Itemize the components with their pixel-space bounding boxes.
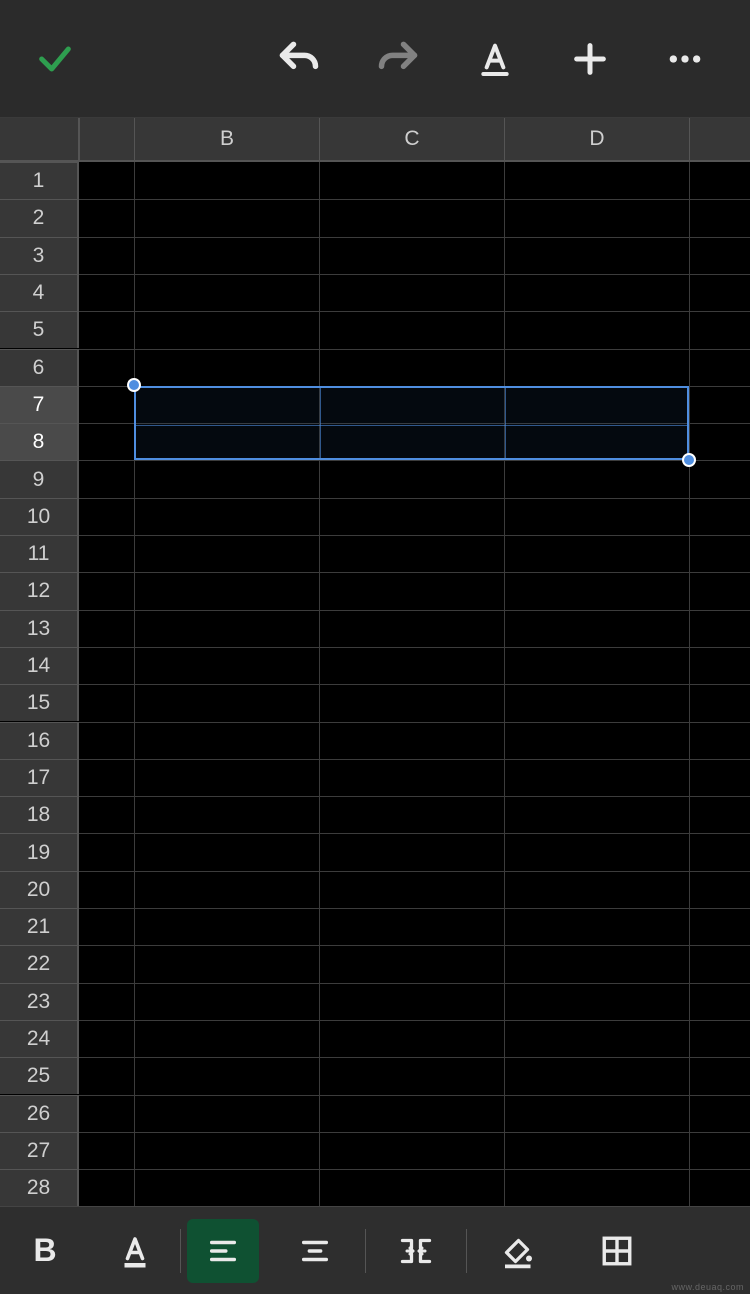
row-label: 22 — [27, 952, 50, 976]
row-label: 2 — [33, 206, 45, 230]
cell-area[interactable] — [79, 162, 750, 1206]
row-label: 5 — [33, 318, 45, 342]
row-label: 1 — [33, 169, 45, 193]
row-header-13[interactable]: 13 — [0, 610, 79, 647]
spreadsheet-grid[interactable]: B C D 1 2 3 4 5 6 7 8 9 10 11 12 13 14 1… — [0, 118, 750, 1206]
row-label: 25 — [27, 1064, 50, 1088]
row-label: 15 — [27, 691, 50, 715]
add-button[interactable] — [570, 39, 610, 79]
undo-button[interactable] — [277, 37, 321, 81]
row-label: 19 — [27, 841, 50, 865]
row-header-2[interactable]: 2 — [0, 199, 79, 236]
row-label: 20 — [27, 878, 50, 902]
align-center-button[interactable] — [265, 1219, 365, 1283]
row-header-4[interactable]: 4 — [0, 274, 79, 311]
row-label: 28 — [27, 1176, 50, 1200]
row-label: 24 — [27, 1027, 50, 1051]
row-header-6[interactable]: 6 — [0, 349, 79, 386]
col-header-B[interactable]: B — [134, 118, 319, 162]
row-label: 11 — [28, 542, 50, 566]
font-a-underline-icon — [475, 39, 515, 79]
row-header-11[interactable]: 11 — [0, 535, 79, 572]
row-label: 27 — [27, 1139, 50, 1163]
row-header-1[interactable]: 1 — [0, 162, 79, 199]
undo-icon — [277, 37, 321, 81]
selection-handle-br[interactable] — [682, 453, 696, 467]
row-header-3[interactable]: 3 — [0, 237, 79, 274]
row-header-15[interactable]: 15 — [0, 684, 79, 721]
col-label: D — [589, 127, 604, 151]
col-header-E-partial[interactable] — [689, 118, 750, 162]
row-label: 26 — [27, 1102, 50, 1126]
row-header-19[interactable]: 19 — [0, 833, 79, 870]
plus-icon — [570, 39, 610, 79]
redo-button[interactable] — [376, 37, 420, 81]
row-label: 14 — [27, 654, 50, 678]
row-header-24[interactable]: 24 — [0, 1020, 79, 1057]
row-label: 21 — [27, 915, 50, 939]
col-label: C — [404, 127, 419, 151]
row-label: 23 — [27, 990, 50, 1014]
row-label: 9 — [33, 468, 45, 492]
bold-button[interactable]: B — [0, 1219, 90, 1283]
row-label: 4 — [33, 281, 45, 305]
row-header-8[interactable]: 8 — [0, 423, 79, 460]
row-header-16[interactable]: 16 — [0, 722, 79, 759]
top-toolbar — [0, 0, 750, 118]
row-label: 13 — [27, 617, 50, 641]
redo-icon — [376, 37, 420, 81]
row-header-25[interactable]: 25 — [0, 1057, 79, 1094]
row-label: 3 — [33, 244, 45, 268]
fill-color-button[interactable] — [467, 1219, 567, 1283]
row-header-18[interactable]: 18 — [0, 796, 79, 833]
watermark: www.deuaq.com — [671, 1282, 744, 1292]
text-color-button[interactable] — [90, 1219, 180, 1283]
selection-handle-tl[interactable] — [127, 378, 141, 392]
row-label: 18 — [27, 803, 50, 827]
row-header-28[interactable]: 28 — [0, 1169, 79, 1206]
row-header-23[interactable]: 23 — [0, 983, 79, 1020]
merge-cells-button[interactable] — [366, 1219, 466, 1283]
row-label: 17 — [27, 766, 50, 790]
align-left-button[interactable] — [187, 1219, 259, 1283]
confirm-button[interactable] — [35, 39, 75, 79]
dots-icon — [665, 39, 705, 79]
row-label: 6 — [33, 356, 45, 380]
font-format-button[interactable] — [475, 39, 515, 79]
select-all-corner[interactable] — [0, 118, 79, 162]
borders-button[interactable] — [567, 1219, 667, 1283]
row-header-21[interactable]: 21 — [0, 908, 79, 945]
row-header-9[interactable]: 9 — [0, 460, 79, 497]
row-header-20[interactable]: 20 — [0, 871, 79, 908]
col-label: B — [220, 127, 234, 151]
fill-bucket-icon — [499, 1233, 535, 1269]
col-header-A-partial[interactable] — [79, 118, 134, 162]
text-color-icon — [117, 1233, 153, 1269]
row-header-7[interactable]: 7 — [0, 386, 79, 423]
align-center-icon — [298, 1234, 332, 1268]
row-header-17[interactable]: 17 — [0, 759, 79, 796]
merge-icon — [398, 1233, 434, 1269]
toolbar-divider — [180, 1229, 181, 1273]
col-header-C[interactable]: C — [319, 118, 504, 162]
more-button[interactable] — [665, 39, 705, 79]
check-icon — [35, 39, 75, 79]
borders-icon — [600, 1234, 634, 1268]
row-header-10[interactable]: 10 — [0, 498, 79, 535]
row-header-5[interactable]: 5 — [0, 311, 79, 348]
row-label: 7 — [33, 393, 45, 417]
row-label: 16 — [27, 729, 50, 753]
row-header-22[interactable]: 22 — [0, 945, 79, 982]
bold-icon: B — [33, 1232, 56, 1269]
bottom-toolbar: B — [0, 1206, 750, 1294]
row-header-27[interactable]: 27 — [0, 1132, 79, 1169]
row-label: 8 — [33, 430, 45, 454]
row-label: 12 — [27, 579, 50, 603]
row-header-26[interactable]: 26 — [0, 1095, 79, 1132]
row-header-12[interactable]: 12 — [0, 572, 79, 609]
align-left-icon — [206, 1234, 240, 1268]
row-label: 10 — [27, 505, 50, 529]
row-header-14[interactable]: 14 — [0, 647, 79, 684]
col-header-D[interactable]: D — [504, 118, 689, 162]
